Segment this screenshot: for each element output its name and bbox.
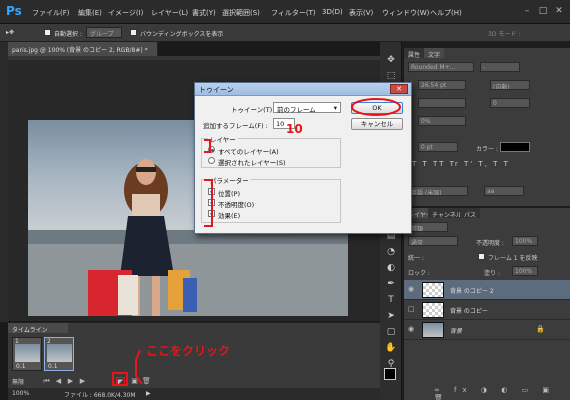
click-here-arrow bbox=[135, 349, 143, 385]
annotation-overlay bbox=[112, 98, 401, 386]
ok-highlight-ellipse bbox=[351, 98, 401, 116]
tween-button-highlight bbox=[112, 372, 128, 386]
parameters-highlight-bracket bbox=[204, 179, 213, 227]
all-layers-highlight-bracket bbox=[204, 139, 211, 153]
click-here-annotation: ここをクリック bbox=[146, 344, 231, 358]
frames-annotation: 10 bbox=[286, 122, 303, 136]
